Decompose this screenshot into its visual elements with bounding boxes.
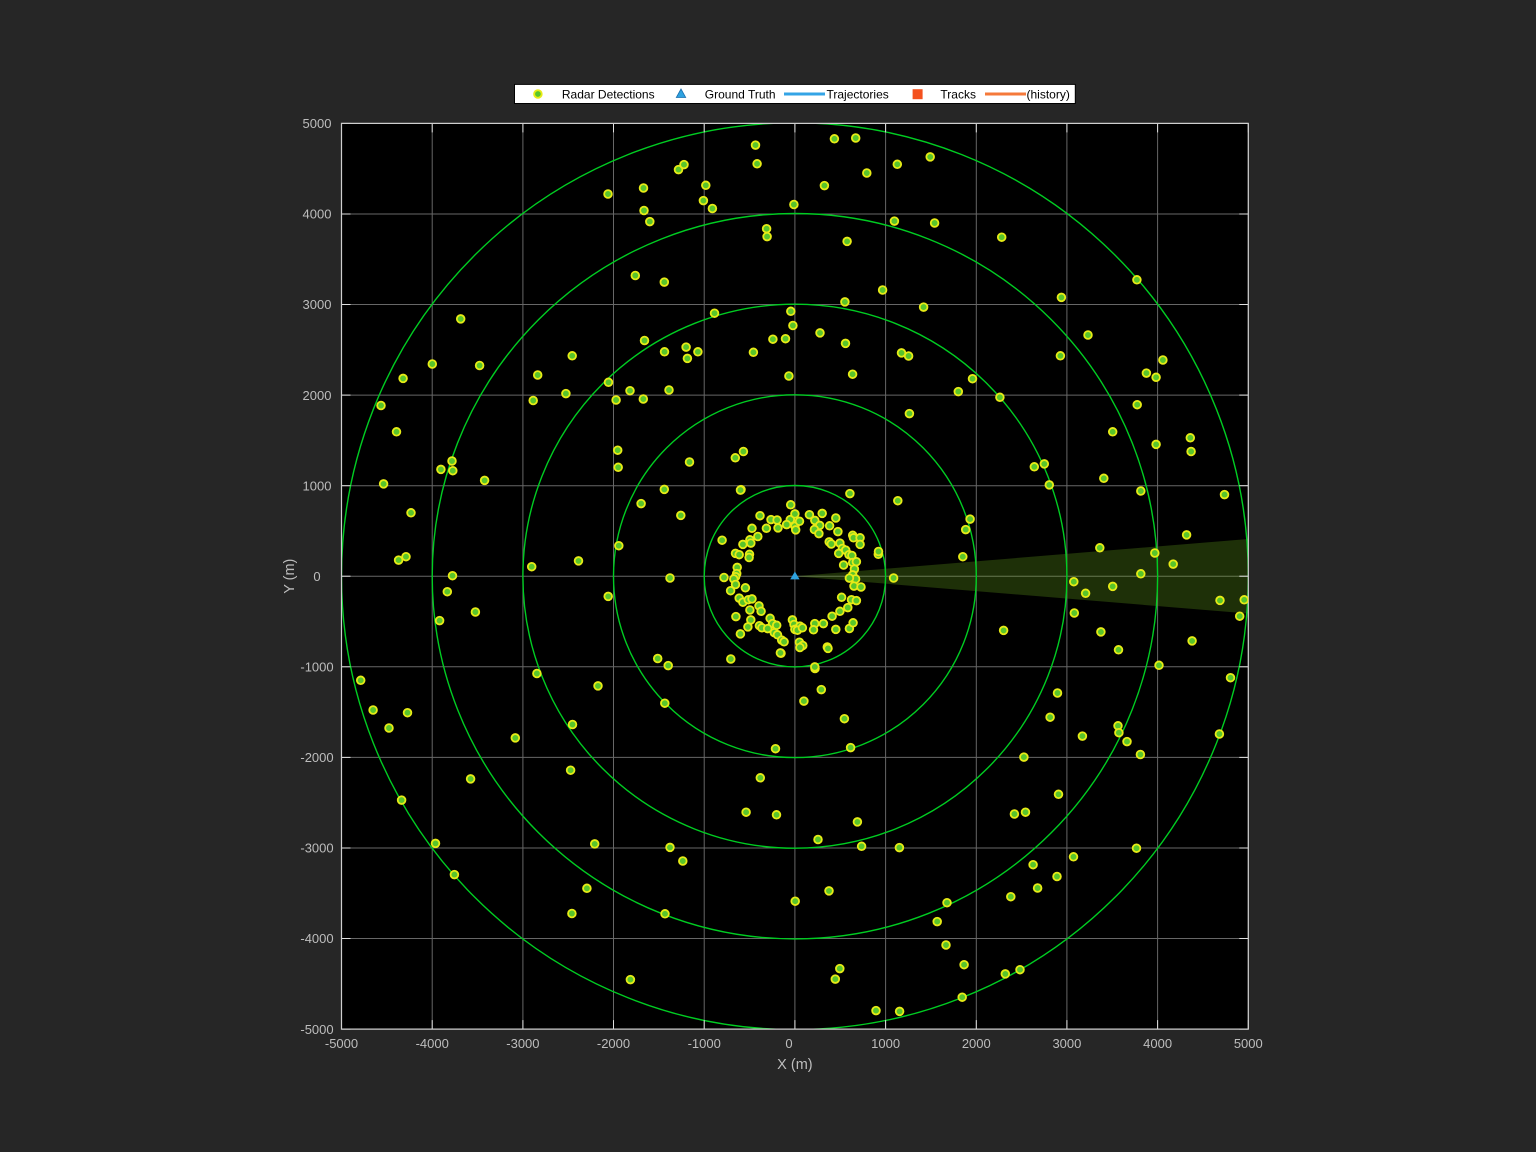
svg-text:-1000: -1000 bbox=[300, 660, 333, 675]
svg-text:Ground Truth: Ground Truth bbox=[705, 88, 776, 102]
svg-text:5000: 5000 bbox=[1234, 1036, 1263, 1051]
svg-text:-2000: -2000 bbox=[597, 1036, 630, 1051]
svg-text:2000: 2000 bbox=[962, 1036, 991, 1051]
svg-text:-5000: -5000 bbox=[325, 1036, 358, 1051]
svg-text:-1000: -1000 bbox=[688, 1036, 721, 1051]
svg-text:0: 0 bbox=[313, 569, 320, 584]
svg-text:-2000: -2000 bbox=[300, 750, 333, 765]
svg-text:X (m): X (m) bbox=[777, 1057, 812, 1073]
svg-text:Tracks: Tracks bbox=[940, 88, 976, 102]
svg-text:3000: 3000 bbox=[1052, 1036, 1081, 1051]
svg-text:-4000: -4000 bbox=[416, 1036, 449, 1051]
svg-text:1000: 1000 bbox=[303, 478, 332, 493]
svg-text:-3000: -3000 bbox=[506, 1036, 539, 1051]
svg-text:1000: 1000 bbox=[871, 1036, 900, 1051]
svg-text:-3000: -3000 bbox=[300, 841, 333, 856]
svg-text:Y (m): Y (m) bbox=[282, 559, 298, 594]
svg-text:3000: 3000 bbox=[303, 297, 332, 312]
svg-text:5000: 5000 bbox=[303, 116, 332, 131]
svg-text:0: 0 bbox=[785, 1036, 792, 1051]
svg-text:-5000: -5000 bbox=[300, 1022, 333, 1037]
svg-text:Radar Detections: Radar Detections bbox=[562, 88, 655, 102]
svg-text:4000: 4000 bbox=[1143, 1036, 1172, 1051]
svg-text:-4000: -4000 bbox=[300, 931, 333, 946]
svg-text:4000: 4000 bbox=[303, 207, 332, 222]
svg-text:(history): (history) bbox=[1027, 88, 1070, 102]
svg-text:Trajectories: Trajectories bbox=[827, 88, 889, 102]
svg-text:2000: 2000 bbox=[303, 388, 332, 403]
